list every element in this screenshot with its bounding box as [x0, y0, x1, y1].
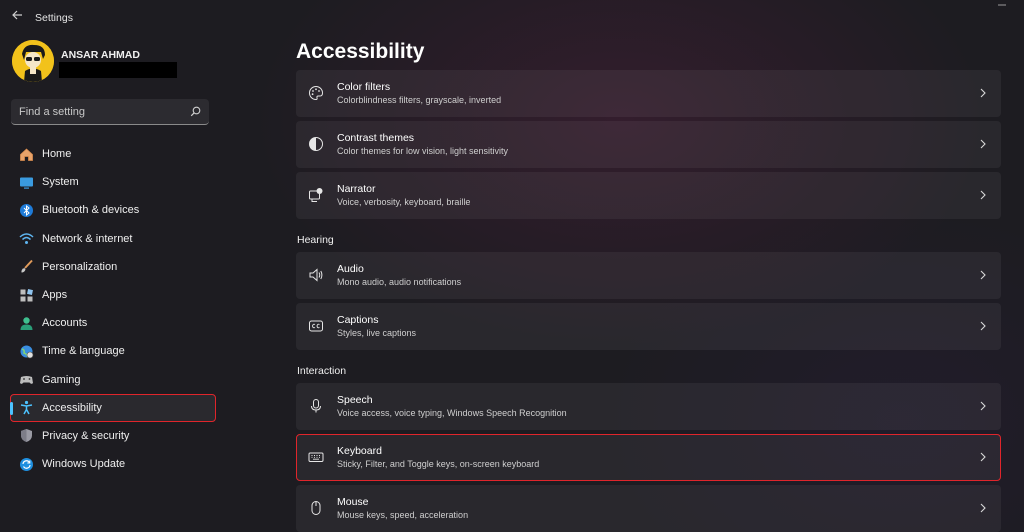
palette-icon [309, 85, 324, 101]
gamepad-icon [18, 372, 34, 388]
row-title: Color filters [337, 81, 391, 93]
sidebar-item-label: Privacy & security [42, 429, 130, 442]
home-icon [18, 146, 34, 162]
sidebar-item-label: Bluetooth & devices [42, 204, 140, 217]
setting-row-mouse[interactable]: Mouse Mouse keys, speed, acceleration [296, 485, 1001, 532]
apps-icon [18, 287, 34, 303]
sidebar-item-label: System [42, 176, 79, 189]
setting-row-color-filters[interactable]: Color filters Colorblindness filters, gr… [296, 70, 1001, 117]
avatar[interactable] [12, 40, 54, 82]
update-icon [18, 456, 34, 472]
sidebar-item-label: Apps [42, 289, 68, 302]
sidebar-item-label: Home [42, 148, 72, 161]
search-input[interactable] [11, 99, 181, 124]
chevron-right-icon [980, 88, 986, 98]
accounts-icon [18, 315, 34, 331]
sidebar-item-label: Personalization [42, 260, 118, 273]
keyboard-icon [308, 452, 324, 462]
row-title: Narrator [337, 183, 376, 195]
sidebar-nav: Home System Bluetooth & devices Network … [10, 140, 216, 478]
chevron-right-icon [980, 321, 986, 331]
minimize-button[interactable] [995, 0, 1009, 14]
contrast-icon [309, 137, 323, 151]
globe-icon [18, 343, 34, 359]
row-subtitle: Voice, verbosity, keyboard, braille [337, 197, 471, 207]
sidebar-item-system[interactable]: System [10, 168, 216, 196]
chevron-right-icon [980, 401, 986, 411]
sidebar-item-label: Accessibility [42, 401, 102, 414]
chevron-right-icon [980, 139, 986, 149]
chevron-right-icon [980, 270, 986, 280]
sidebar-item-label: Time & language [42, 345, 125, 358]
sidebar-item-label: Accounts [42, 317, 88, 330]
sidebar-item-bluetooth[interactable]: Bluetooth & devices [10, 196, 216, 224]
app-title: Settings [35, 12, 73, 24]
row-title: Contrast themes [337, 132, 415, 144]
chevron-right-icon [980, 452, 986, 462]
section-heading-interaction: Interaction [297, 365, 347, 377]
sidebar-item-personalization[interactable]: Personalization [10, 253, 216, 281]
sidebar-item-privacy-security[interactable]: Privacy & security [10, 422, 216, 450]
row-title: Audio [337, 263, 364, 275]
chevron-right-icon [980, 503, 986, 513]
sidebar-item-apps[interactable]: Apps [10, 281, 216, 309]
title-bar: Settings [0, 0, 1024, 34]
brush-icon [18, 259, 34, 275]
user-name: ANSAR AHMAD [61, 49, 140, 61]
row-subtitle: Colorblindness filters, grayscale, inver… [337, 95, 502, 105]
chevron-right-icon [980, 190, 986, 200]
sidebar-item-accounts[interactable]: Accounts [10, 309, 216, 337]
row-subtitle: Mouse keys, speed, acceleration [337, 510, 469, 520]
wifi-icon [18, 231, 34, 247]
redacted-email [59, 62, 177, 78]
shield-icon [18, 428, 34, 444]
system-icon [18, 174, 34, 190]
section-heading-hearing: Hearing [297, 234, 334, 246]
row-subtitle: Mono audio, audio notifications [337, 277, 462, 287]
setting-row-captions[interactable]: Captions Styles, live captions [296, 303, 1001, 350]
row-subtitle: Styles, live captions [337, 328, 417, 338]
accessibility-icon [18, 400, 34, 416]
row-title: Captions [337, 314, 379, 326]
row-subtitle: Color themes for low vision, light sensi… [337, 146, 509, 156]
sidebar-item-windows-update[interactable]: Windows Update [10, 450, 216, 478]
sidebar-item-label: Gaming [42, 373, 81, 386]
setting-row-contrast-themes[interactable]: Contrast themes Color themes for low vis… [296, 121, 1001, 168]
sidebar-item-label: Windows Update [42, 458, 126, 471]
sidebar-item-gaming[interactable]: Gaming [10, 366, 216, 394]
sidebar-item-label: Network & internet [42, 232, 133, 245]
setting-row-speech[interactable]: Speech Voice access, voice typing, Windo… [296, 383, 1001, 430]
sidebar-item-network[interactable]: Network & internet [10, 225, 216, 253]
search-box[interactable] [11, 99, 209, 125]
sidebar-item-time-language[interactable]: Time & language [10, 337, 216, 365]
row-subtitle: Sticky, Filter, and Toggle keys, on-scre… [337, 459, 540, 469]
row-title: Speech [337, 394, 373, 406]
microphone-icon [311, 399, 321, 413]
search-icon[interactable] [190, 106, 201, 117]
page-title: Accessibility [296, 40, 425, 63]
sidebar-item-home[interactable]: Home [10, 140, 216, 168]
sidebar-item-accessibility[interactable]: Accessibility [10, 393, 216, 422]
row-subtitle: Voice access, voice typing, Windows Spee… [337, 408, 567, 418]
back-arrow-icon[interactable] [8, 8, 26, 26]
setting-row-narrator[interactable]: Narrator Voice, verbosity, keyboard, bra… [296, 172, 1001, 219]
setting-row-audio[interactable]: Audio Mono audio, audio notifications [296, 252, 1001, 299]
row-title: Mouse [337, 496, 369, 508]
setting-row-keyboard[interactable]: Keyboard Sticky, Filter, and Toggle keys… [296, 434, 1001, 481]
captions-icon [309, 320, 323, 332]
bluetooth-icon [18, 202, 34, 218]
row-title: Keyboard [337, 445, 382, 457]
speaker-icon [309, 268, 323, 282]
narrator-icon [309, 188, 323, 202]
avatar-image [12, 40, 54, 82]
mouse-icon [311, 501, 321, 515]
